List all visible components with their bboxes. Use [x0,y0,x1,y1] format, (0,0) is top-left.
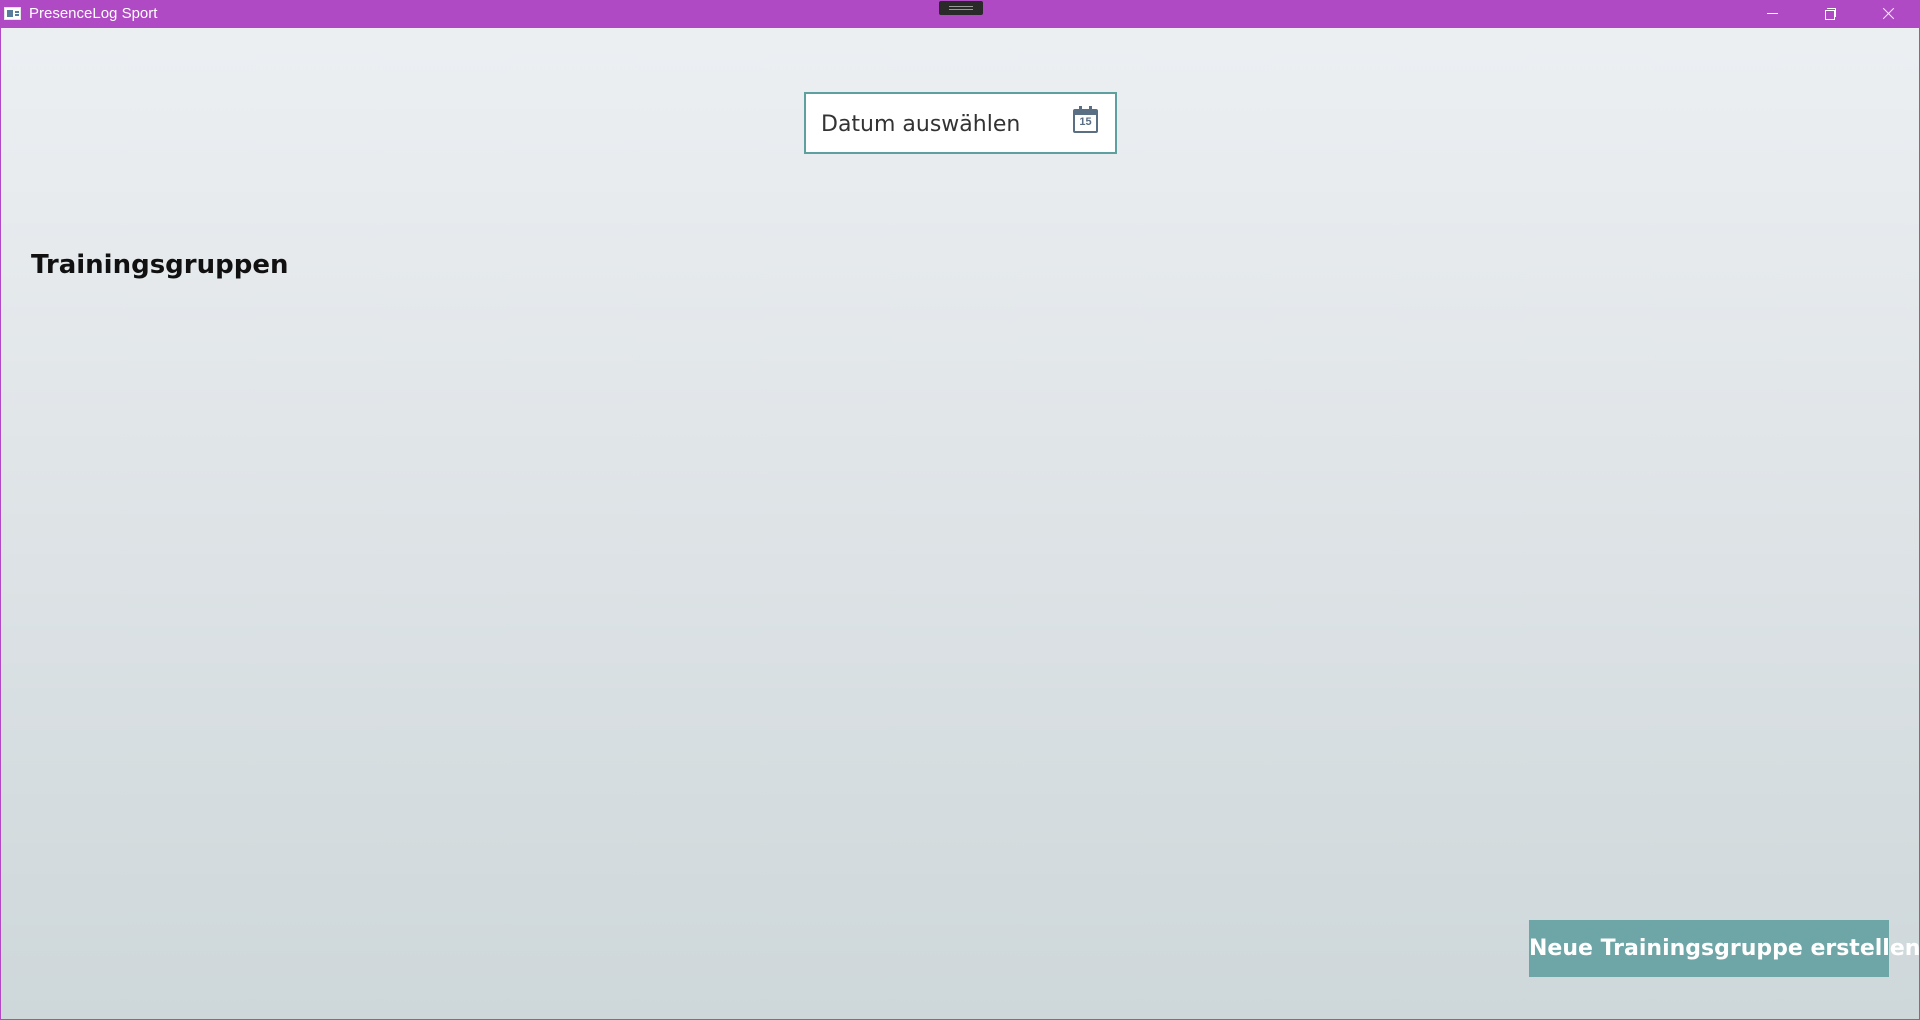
app-window: PresenceLog Sport Datum auswählen 15 Tra… [0,0,1920,1020]
window-title: PresenceLog Sport [29,5,158,22]
date-picker[interactable]: Datum auswählen 15 [804,92,1117,154]
restore-button[interactable] [1801,0,1859,28]
calendar-icon-day: 15 [1079,116,1092,128]
calendar-icon[interactable]: 15 [1073,106,1098,133]
create-training-group-button[interactable]: Neue Trainingsgruppe erstellen [1529,920,1920,977]
minimize-icon [1767,13,1778,14]
close-button[interactable] [1859,0,1917,28]
minimize-button[interactable] [1743,0,1801,28]
restore-icon-front [1825,10,1835,20]
drag-handle-icon[interactable] [939,1,983,15]
date-picker-placeholder: Datum auswählen [821,112,1021,137]
app-window-icon [4,7,21,20]
section-title-training-groups: Trainingsgruppen [31,250,289,280]
title-bar[interactable]: PresenceLog Sport [1,0,1920,28]
